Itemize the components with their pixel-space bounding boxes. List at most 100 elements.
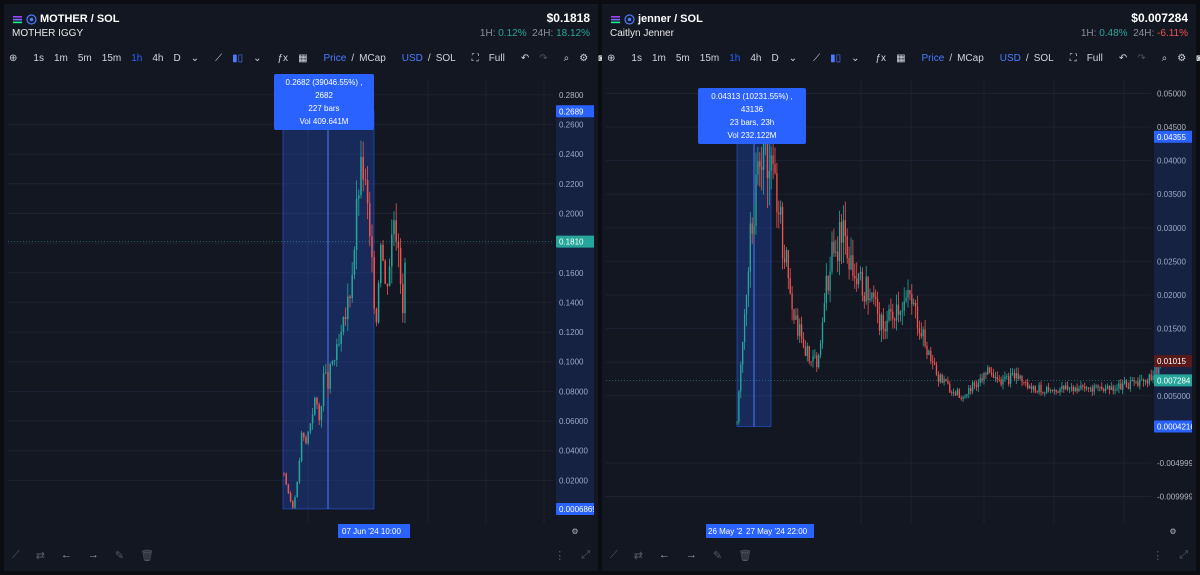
price-toggle[interactable]: Price: [922, 53, 945, 64]
arrow-left-icon[interactable]: ←: [61, 549, 72, 561]
time-axis: [8, 524, 553, 538]
trash-icon[interactable]: 🗑: [738, 549, 752, 562]
fullscreen-icon[interactable]: ⛶: [1070, 53, 1077, 64]
tooltip-line3: Vol 232.122M: [727, 131, 777, 140]
undo-icon[interactable]: ↶: [521, 53, 529, 64]
price-toggle[interactable]: Price: [324, 53, 347, 64]
redo-icon[interactable]: ↷: [539, 53, 547, 64]
candle: [884, 328, 886, 332]
mcap-toggle[interactable]: MCap: [957, 53, 984, 64]
candle: [1068, 388, 1071, 390]
price-chart[interactable]: 0.050000.045000.040000.035000.030000.025…: [606, 70, 1192, 538]
gear-icon[interactable]: ⚙: [1177, 53, 1186, 64]
expand-icon[interactable]: ⤢: [581, 549, 590, 562]
candle: [808, 345, 810, 362]
candle: [897, 304, 900, 315]
interval-1h[interactable]: 1h: [729, 53, 740, 64]
mcap-toggle[interactable]: MCap: [359, 53, 386, 64]
candle: [905, 297, 907, 301]
interval-5m[interactable]: 5m: [78, 53, 92, 64]
sol-toggle[interactable]: SOL: [436, 53, 456, 64]
candle: [1059, 388, 1061, 393]
undo-icon[interactable]: ↶: [1119, 53, 1127, 64]
arrow-left-icon[interactable]: ←: [659, 549, 670, 561]
chevron-down-icon[interactable]: ⌄: [191, 53, 199, 64]
candles-icon[interactable]: ▮▯: [830, 53, 841, 64]
chevron-down-icon[interactable]: ⌄: [253, 53, 261, 64]
candles-icon[interactable]: ▮▯: [232, 53, 243, 64]
chart-type-icon[interactable]: ⟋: [610, 549, 618, 562]
candle: [1095, 385, 1097, 387]
compare-icon[interactable]: ⇄: [634, 549, 643, 562]
candle: [865, 276, 867, 302]
fx-indicators-icon[interactable]: ƒx: [876, 53, 887, 64]
line-chart-icon[interactable]: ⟋: [813, 53, 820, 64]
change-1h-label: 1H:: [479, 28, 496, 39]
redo-icon[interactable]: ↷: [1137, 53, 1145, 64]
pencil-icon[interactable]: ✎: [713, 549, 722, 562]
interval-1s[interactable]: 1s: [631, 53, 642, 64]
more-icon[interactable]: ⋮: [1152, 549, 1163, 562]
interval-4h[interactable]: 4h: [152, 53, 163, 64]
compare-icon[interactable]: ⇄: [36, 549, 45, 562]
line-chart-icon[interactable]: ⟋: [215, 53, 222, 64]
candle: [933, 362, 936, 365]
candle: [336, 344, 338, 360]
interval-1h[interactable]: 1h: [131, 53, 142, 64]
pencil-icon[interactable]: ✎: [115, 549, 124, 562]
interval-15m[interactable]: 15m: [102, 53, 121, 64]
candle: [918, 328, 921, 334]
candle: [842, 220, 845, 243]
arrow-right-icon[interactable]: →: [686, 549, 697, 561]
camera-icon[interactable]: ◙: [1196, 53, 1200, 64]
candle: [1040, 384, 1042, 393]
expand-icon[interactable]: ⤢: [1179, 549, 1188, 562]
pair-label: jenner / SOL: [638, 13, 703, 25]
interval-d[interactable]: D: [771, 53, 778, 64]
arrow-right-icon[interactable]: →: [88, 549, 99, 561]
layout-grid-icon[interactable]: ▦: [298, 53, 307, 64]
candle: [776, 173, 778, 213]
interval-5m[interactable]: 5m: [676, 53, 690, 64]
candle: [990, 372, 993, 375]
candle: [1141, 379, 1143, 381]
interval-1m[interactable]: 1m: [54, 53, 68, 64]
layout-grid-icon[interactable]: ▦: [896, 53, 905, 64]
candle: [810, 361, 812, 363]
chevron-down-icon[interactable]: ⌄: [789, 53, 797, 64]
fullscreen-icon[interactable]: ⛶: [472, 53, 479, 64]
interval-4h[interactable]: 4h: [750, 53, 761, 64]
add-indicator-icon[interactable]: ⊕: [9, 53, 17, 64]
usd-toggle[interactable]: USD: [402, 53, 423, 64]
gear-icon[interactable]: ⚙: [579, 53, 588, 64]
search-icon[interactable]: ⌕: [1162, 53, 1168, 64]
interval-d[interactable]: D: [173, 53, 180, 64]
y-tick-label: -0.009999: [1157, 493, 1192, 502]
candle: [831, 241, 833, 272]
full-button[interactable]: Full: [489, 53, 505, 64]
full-button[interactable]: Full: [1087, 53, 1103, 64]
sol-toggle[interactable]: SOL: [1034, 53, 1054, 64]
token-name: Caitlyn Jenner: [610, 28, 674, 39]
more-icon[interactable]: ⋮: [554, 549, 565, 562]
fx-indicators-icon[interactable]: ƒx: [278, 53, 289, 64]
chevron-down-icon[interactable]: ⌄: [851, 53, 859, 64]
candle: [1129, 381, 1131, 389]
add-indicator-icon[interactable]: ⊕: [607, 53, 615, 64]
candle: [738, 391, 740, 422]
price-chart[interactable]: 0.28000.26000.24000.22000.20000.18000.16…: [8, 70, 594, 538]
candle: [928, 350, 930, 355]
trash-icon[interactable]: 🗑: [140, 549, 154, 562]
candle: [781, 206, 784, 259]
current-price-label: 0.007284: [1157, 376, 1191, 385]
usd-toggle[interactable]: USD: [1000, 53, 1021, 64]
interval-1m[interactable]: 1m: [652, 53, 666, 64]
candle: [857, 273, 860, 285]
search-icon[interactable]: ⌕: [564, 53, 570, 64]
candle: [1114, 389, 1116, 391]
candle: [823, 303, 826, 323]
interval-1s[interactable]: 1s: [33, 53, 44, 64]
interval-15m[interactable]: 15m: [700, 53, 719, 64]
chart-type-icon[interactable]: ⟋: [12, 549, 20, 562]
candle: [797, 315, 799, 336]
